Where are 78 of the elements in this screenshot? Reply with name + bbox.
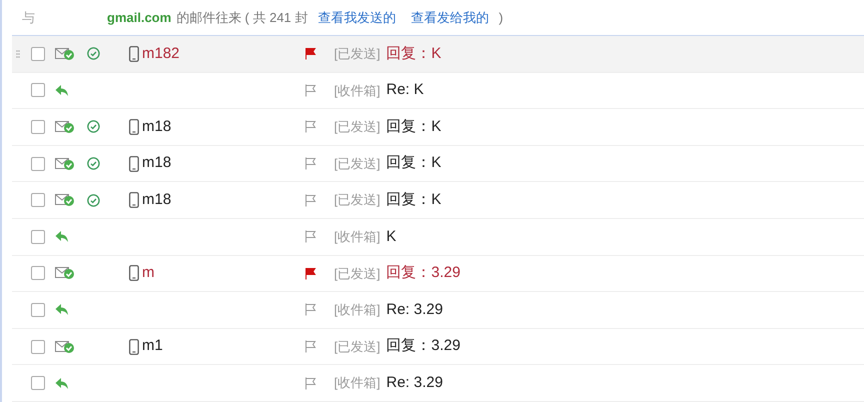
mail-subject: Re: 3.29 [386, 300, 443, 320]
flag-icon[interactable] [305, 157, 316, 170]
sender-name: m [142, 263, 154, 284]
mail-row[interactable]: m1 [已发送] 回复：3.29 [12, 328, 864, 366]
mail-subject: 回复：K [386, 190, 442, 210]
reply-arrow-icon [55, 84, 69, 97]
mail-subject: 回复：K [386, 44, 442, 64]
checkbox[interactable] [31, 376, 45, 390]
flag-icon[interactable] [305, 194, 316, 207]
checkbox[interactable] [31, 302, 45, 317]
folder-label: [已发送] [334, 191, 380, 210]
flag-icon[interactable] [305, 230, 316, 244]
header-text: ) [498, 8, 504, 27]
envelope-check-icon [55, 266, 75, 280]
mail-row[interactable]: [收件箱] Re: 3.29 [12, 365, 864, 402]
checkbox[interactable] [31, 120, 45, 134]
filter-link[interactable]: 查看发给我的 [410, 8, 489, 28]
sender-name: m18 [142, 116, 172, 137]
folder-label: [收件箱] [334, 228, 380, 246]
folder-label: [已发送] [334, 154, 380, 173]
sender-name: m1 [142, 336, 163, 356]
checkbox[interactable] [31, 156, 45, 171]
mail-subject: 回复：3.29 [386, 336, 460, 356]
checkbox[interactable] [31, 266, 45, 280]
mail-subject: 回复：K [386, 116, 442, 137]
mail-subject: 回复：3.29 [386, 263, 460, 284]
folder-label: [已发送] [334, 45, 380, 64]
envelope-check-icon [55, 156, 75, 171]
mail-row[interactable]: m [已发送] 回复：3.29 [12, 256, 864, 292]
folder-label: [收件箱] [334, 301, 380, 320]
reply-arrow-icon [55, 376, 69, 390]
reply-arrow-icon [55, 230, 69, 244]
mail-subject: 回复：K [386, 153, 442, 174]
envelope-check-icon [55, 340, 75, 354]
flag-icon[interactable] [305, 376, 316, 390]
mail-row[interactable]: [收件箱] K [12, 218, 864, 256]
sender-name: m18 [142, 190, 172, 210]
mail-subject: K [386, 226, 396, 247]
envelope-check-icon [55, 46, 75, 61]
flag-icon[interactable] [305, 84, 316, 97]
flag-icon[interactable] [305, 266, 316, 280]
flag-icon[interactable] [305, 303, 316, 316]
folder-label: [收件箱] [334, 374, 380, 392]
mail-subject: Re: K [386, 80, 424, 100]
folder-label: [已发送] [334, 338, 380, 356]
flag-icon[interactable] [305, 47, 316, 60]
checkbox[interactable] [31, 340, 45, 354]
header-text: 的邮件往来 ( 共 241 封 [176, 8, 308, 27]
phone-icon [129, 118, 139, 135]
mail-row[interactable]: m182 [已发送] 回复：K [12, 36, 864, 73]
phone-icon [129, 192, 139, 208]
folder-label: [已发送] [334, 118, 380, 136]
reply-arrow-icon [55, 303, 69, 316]
checkbox[interactable] [31, 46, 45, 61]
phone-icon [129, 46, 139, 62]
mail-row[interactable]: m18 [已发送] 回复：K [12, 109, 864, 146]
phone-icon [129, 265, 139, 282]
header-text: 与 [22, 8, 36, 27]
flag-icon[interactable] [305, 120, 316, 134]
mail-row[interactable]: [收件箱] Re: 3.29 [12, 292, 864, 329]
folder-label: [已发送] [334, 264, 380, 283]
mail-row[interactable]: m18 [已发送] 回复：K [12, 182, 864, 219]
sender-name: m18 [142, 153, 172, 174]
folder-label: [收件箱] [334, 82, 380, 100]
phone-icon [129, 338, 139, 355]
checkbox[interactable] [31, 83, 45, 98]
flag-icon[interactable] [305, 340, 316, 354]
sender-name: m182 [142, 44, 180, 64]
mail-subject: Re: 3.29 [386, 372, 443, 393]
checkbox[interactable] [31, 193, 45, 208]
envelope-check-icon [55, 193, 75, 208]
filter-link[interactable]: 查看我发送的 [318, 8, 396, 28]
envelope-check-icon [55, 120, 75, 134]
mail-row[interactable]: [收件箱] Re: K [12, 72, 864, 110]
mail-row[interactable]: m18 [已发送] 回复：K [12, 146, 864, 182]
phone-icon [129, 156, 139, 172]
checkbox[interactable] [31, 230, 45, 244]
email-address: gmail.com [107, 8, 172, 27]
